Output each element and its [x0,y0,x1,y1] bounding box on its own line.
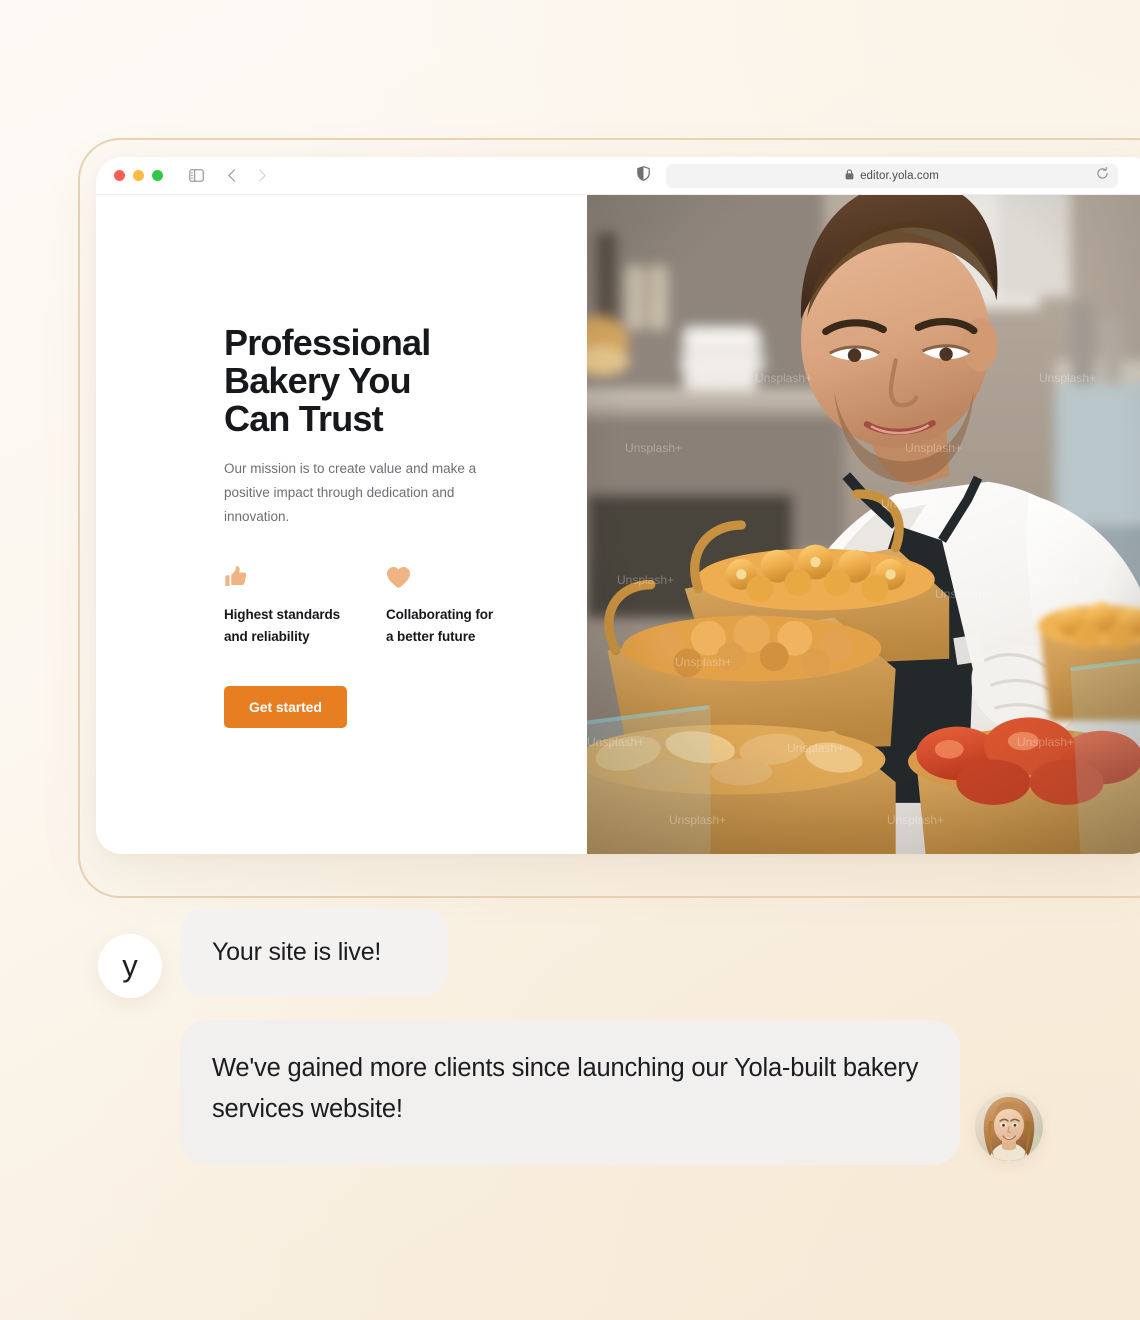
minimize-window-button[interactable] [133,170,144,181]
feature-list: Highest standards and reliability Collab… [224,563,587,647]
user-avatar [975,1093,1043,1161]
chevron-left-icon[interactable] [228,169,241,182]
sidebar-toggle-icon[interactable] [189,169,204,182]
page-root: editor.yola.com Professional Bakery You … [0,0,1140,1320]
chevron-right-icon [253,169,266,182]
heart-icon [386,563,548,589]
yola-logo: y [122,947,138,983]
address-bar-url: editor.yola.com [860,169,939,182]
website-preview: Professional Bakery You Can Trust Our mi… [96,195,1140,854]
lock-icon [845,167,854,185]
user-photo-illustration [975,1093,1043,1161]
address-bar[interactable]: editor.yola.com [666,163,1118,188]
browser-window: editor.yola.com Professional Bakery You … [96,157,1140,854]
close-window-button[interactable] [114,170,125,181]
feature-label: Collaborating for a better future [386,607,494,644]
window-traffic-lights[interactable] [114,170,163,181]
testimonial-bubble: We've gained more clients since launchin… [180,1020,960,1165]
privacy-shield-icon[interactable] [637,165,650,186]
hero-image: Unsplash+ Unsplash+ Unsplash+ Unsplash+ … [587,195,1140,854]
status-message-text: Your site is live! [212,937,382,966]
hero-text-column: Professional Bakery You Can Trust Our mi… [96,195,587,854]
bot-avatar: y [98,934,162,998]
page-title: Professional Bakery You Can Trust [224,322,431,439]
navigation-arrows[interactable] [228,169,266,182]
feature-label: Highest standards and reliability [224,607,341,644]
baker-photo-illustration [587,195,1140,854]
testimonial-text: We've gained more clients since launchin… [212,1054,919,1124]
feature-item: Highest standards and reliability [224,563,386,647]
reload-icon[interactable] [1096,166,1109,185]
thumbs-up-icon [224,563,386,589]
maximize-window-button[interactable] [152,170,163,181]
browser-toolbar: editor.yola.com [96,157,1140,195]
status-message-bubble: Your site is live! [180,908,448,996]
get-started-button[interactable]: Get started [224,686,347,729]
feature-item: Collaborating for a better future [386,563,548,647]
hero-subtitle: Our mission is to create value and make … [224,461,477,525]
